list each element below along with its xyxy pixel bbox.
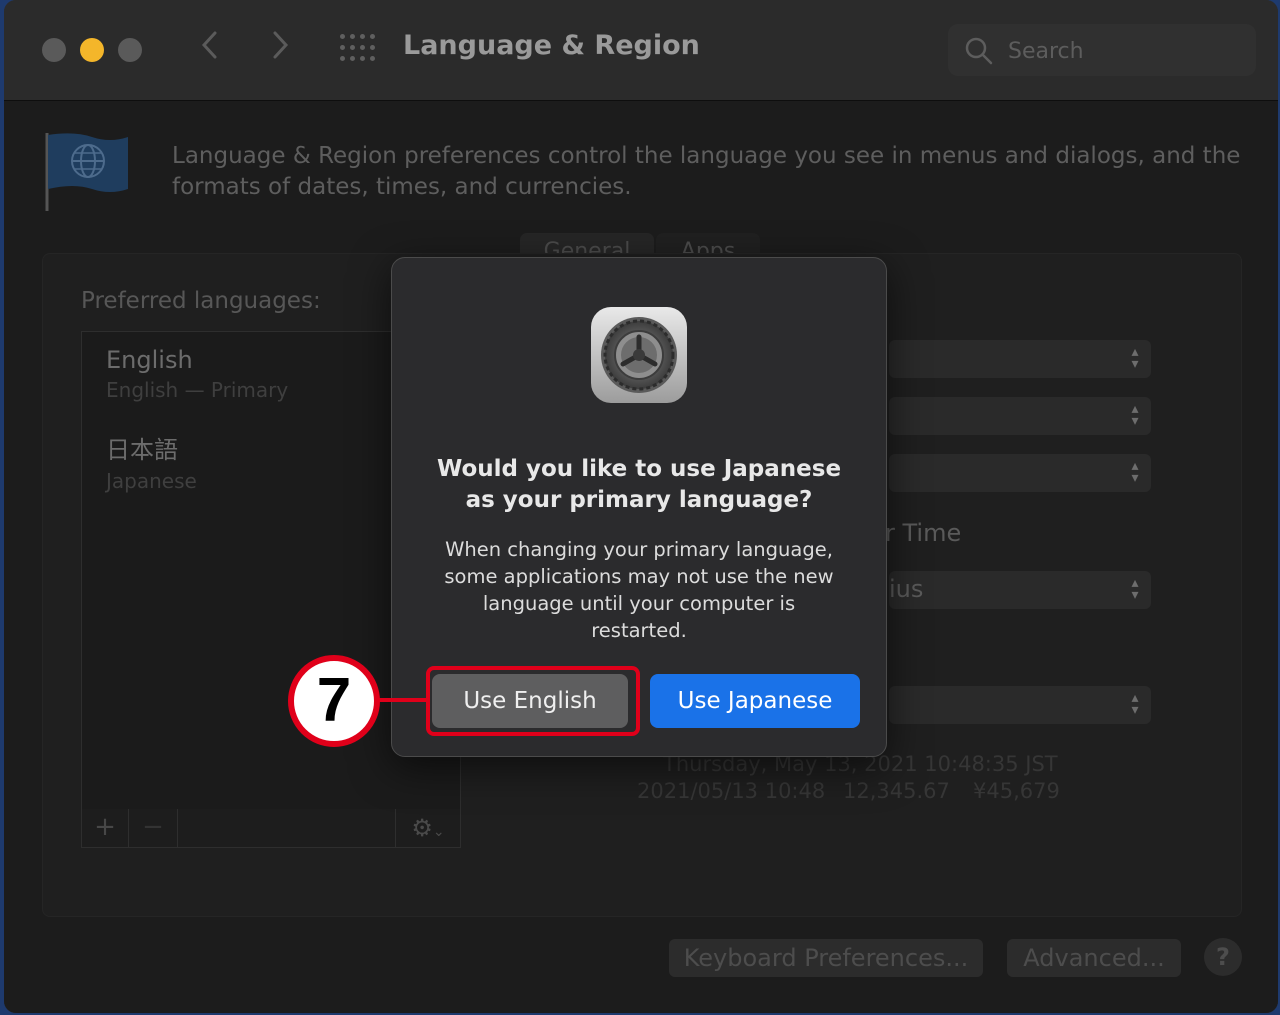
language-subtitle: English — Primary: [106, 378, 289, 402]
close-window-button[interactable]: [42, 38, 66, 62]
dialog-message-line: When changing your primary language,: [445, 538, 833, 561]
chevron-left-icon: [201, 31, 217, 59]
first-day-popup[interactable]: ▴ ▾: [889, 397, 1151, 435]
zoom-window-button[interactable]: [118, 38, 142, 62]
dialog-message-line: restarted.: [591, 619, 687, 642]
add-language-button[interactable]: +: [82, 809, 129, 847]
dialog-message-line: language until your computer is: [482, 592, 796, 615]
region-popup[interactable]: ▴ ▾: [889, 340, 1151, 378]
sample-short-date: 2021/05/13 10:48: [637, 779, 826, 803]
back-button[interactable]: [190, 28, 230, 72]
forward-button[interactable]: [260, 28, 300, 72]
window-title: Language & Region: [403, 30, 700, 61]
time-format-label: r Time: [885, 519, 962, 547]
title-bar: Language & Region: [4, 0, 1278, 101]
advanced-button[interactable]: Advanced...: [1007, 939, 1181, 977]
list-sort-popup[interactable]: ▴ ▾: [889, 686, 1151, 724]
dialog-message-line: some applications may not use the new: [444, 565, 834, 588]
remove-language-button[interactable]: −: [129, 809, 178, 847]
globe-flag-icon: [45, 133, 128, 211]
dialog-title: Would you like to use Japanese as your p…: [412, 454, 866, 516]
sample-currency: ¥45,679: [973, 779, 1060, 803]
sample-number: 12,345.67: [843, 779, 950, 803]
annotation-connector-line: [378, 698, 428, 702]
keyboard-preferences-button[interactable]: Keyboard Preferences...: [669, 939, 983, 977]
dialog-title-line: as your primary language?: [465, 487, 813, 513]
search-field[interactable]: [948, 24, 1256, 76]
chevron-down-icon: ⌄: [432, 824, 445, 840]
up-down-chevron-icon: ▴ ▾: [1131, 458, 1139, 486]
temperature-value: ius: [889, 575, 924, 603]
pane-description: Language & Region preferences control th…: [172, 143, 1241, 200]
search-input[interactable]: [1006, 34, 1240, 68]
annotation-highlight-box: [426, 666, 640, 736]
help-button[interactable]: ?: [1204, 938, 1242, 976]
gear-icon: ⚙: [411, 814, 433, 842]
list-toolbar: + − ⚙⌄: [81, 809, 461, 848]
minimize-window-button[interactable]: [80, 38, 104, 62]
temperature-popup[interactable]: ius ▴ ▾: [889, 571, 1151, 609]
calendar-popup[interactable]: ▴ ▾: [889, 454, 1151, 492]
list-item-english[interactable]: English English — Primary: [106, 346, 288, 402]
system-preferences-gear-icon: [591, 307, 687, 403]
use-japanese-button[interactable]: Use Japanese: [650, 674, 860, 728]
up-down-chevron-icon: ▴ ▾: [1131, 690, 1139, 718]
search-icon: [965, 37, 993, 65]
preferred-languages-label: Preferred languages:: [81, 288, 321, 314]
list-item-japanese[interactable]: 日本語 Japanese: [106, 430, 197, 493]
language-name: 日本語: [106, 436, 178, 464]
language-subtitle: Japanese: [106, 469, 197, 493]
language-name: English: [106, 346, 193, 374]
dialog-title-line: Would you like to use Japanese: [436, 456, 842, 482]
show-all-grid-icon[interactable]: [340, 34, 376, 64]
up-down-chevron-icon: ▴ ▾: [1131, 344, 1139, 372]
step-number-badge: 7: [288, 655, 380, 747]
up-down-chevron-icon: ▴ ▾: [1131, 401, 1139, 429]
action-menu-button[interactable]: ⚙⌄: [395, 809, 460, 847]
dialog-message: When changing your primary language, som…: [432, 536, 846, 644]
chevron-right-icon: [273, 31, 289, 59]
up-down-chevron-icon: ▴ ▾: [1131, 575, 1139, 603]
